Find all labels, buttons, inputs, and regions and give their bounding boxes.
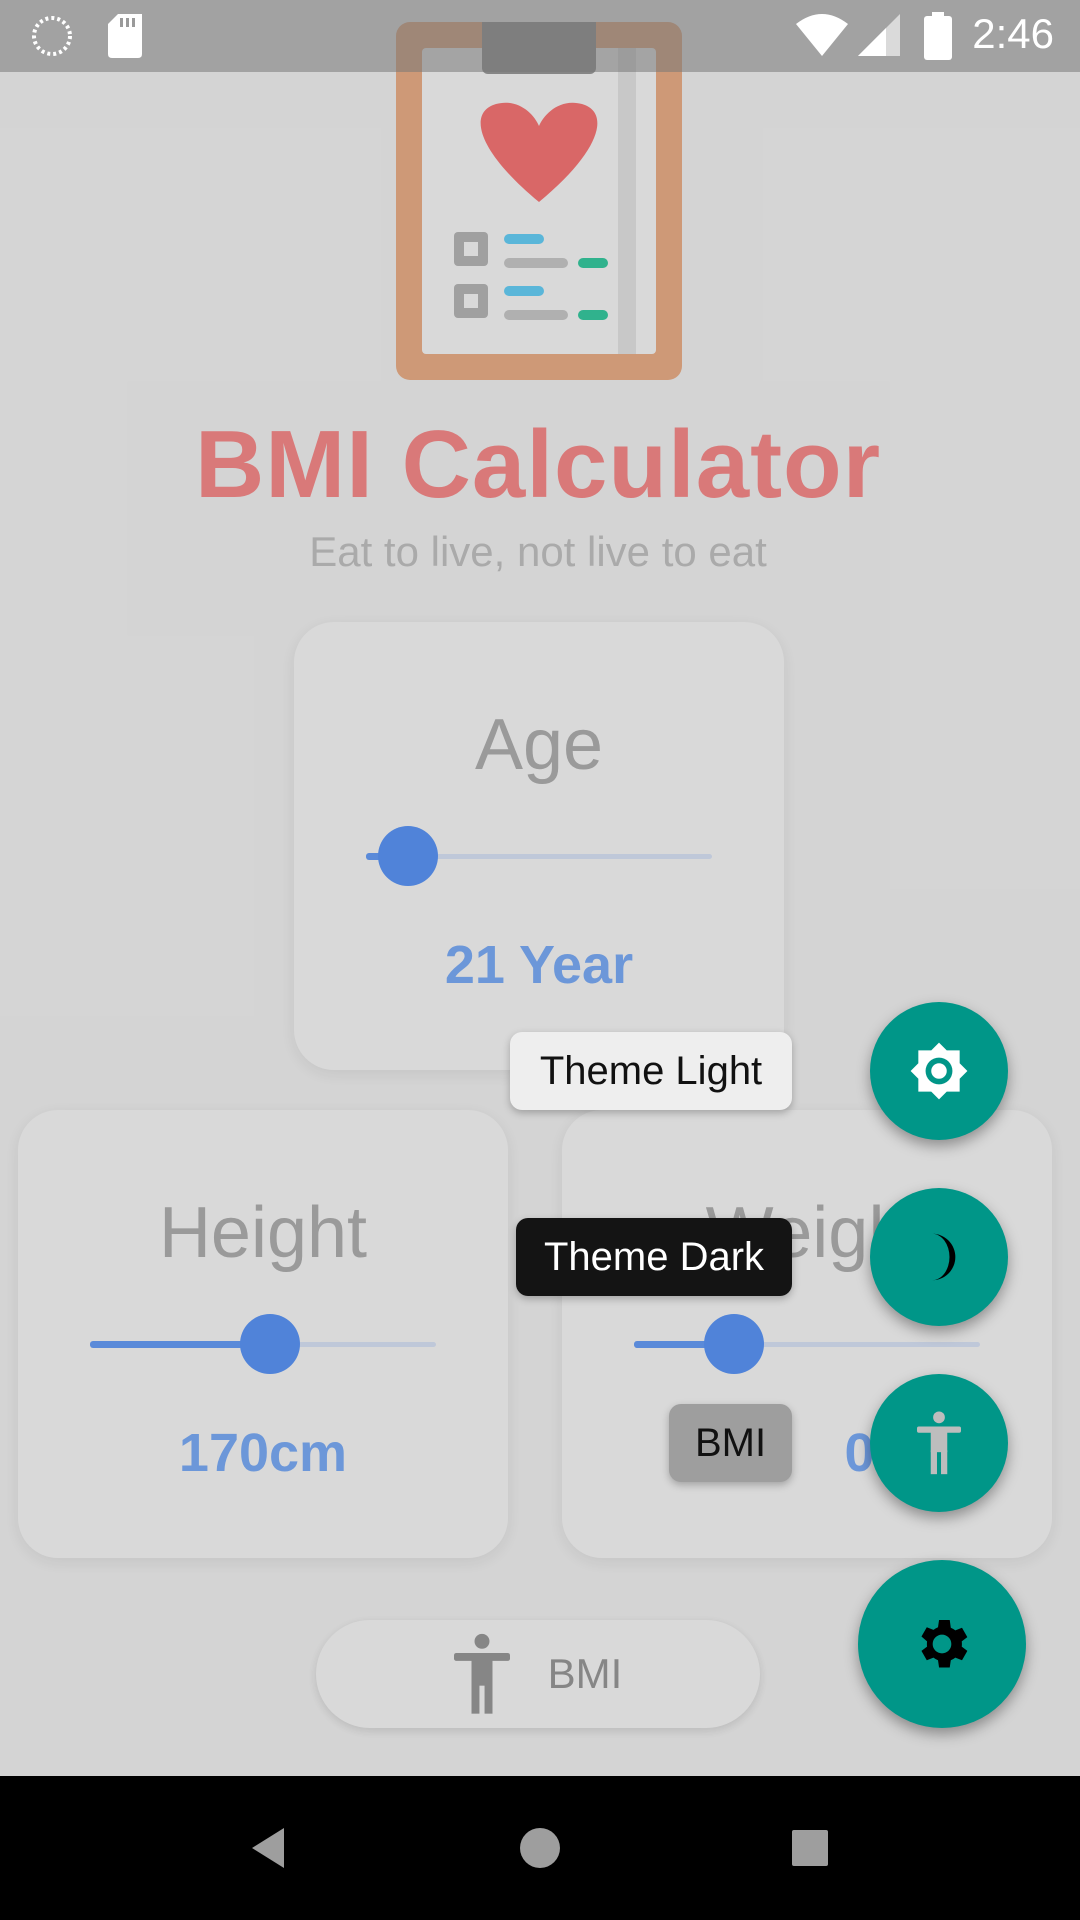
back-icon <box>252 1828 284 1868</box>
theme-light-button[interactable] <box>870 1002 1008 1140</box>
bmi-label[interactable]: BMI <box>669 1404 792 1482</box>
gear-icon <box>921 1620 968 1668</box>
battery-icon <box>924 12 952 60</box>
home-icon <box>520 1828 560 1868</box>
theme-dark-label[interactable]: Theme Dark <box>516 1218 792 1296</box>
moon-icon <box>932 1233 956 1281</box>
bmi-fab-button[interactable] <box>870 1374 1008 1512</box>
speed-dial-scrim[interactable] <box>0 0 1080 1776</box>
back-button[interactable] <box>240 1818 300 1878</box>
accessibility-icon <box>917 1411 961 1475</box>
wifi-icon <box>796 14 848 56</box>
recents-button[interactable] <box>780 1818 840 1878</box>
cellular-signal-icon <box>858 14 900 56</box>
status-time: 2:46 <box>972 10 1054 57</box>
settings-fab-button[interactable] <box>858 1560 1026 1728</box>
theme-dark-button[interactable] <box>870 1188 1008 1326</box>
home-button[interactable] <box>510 1818 570 1878</box>
recents-icon <box>792 1830 828 1866</box>
status-bar: 2:46 <box>0 0 1080 72</box>
brightness-icon <box>910 1042 968 1100</box>
navigation-bar <box>0 1776 1080 1920</box>
sd-card-icon <box>108 14 142 58</box>
loading-spinner-icon <box>32 16 72 56</box>
theme-light-label[interactable]: Theme Light <box>510 1032 792 1110</box>
